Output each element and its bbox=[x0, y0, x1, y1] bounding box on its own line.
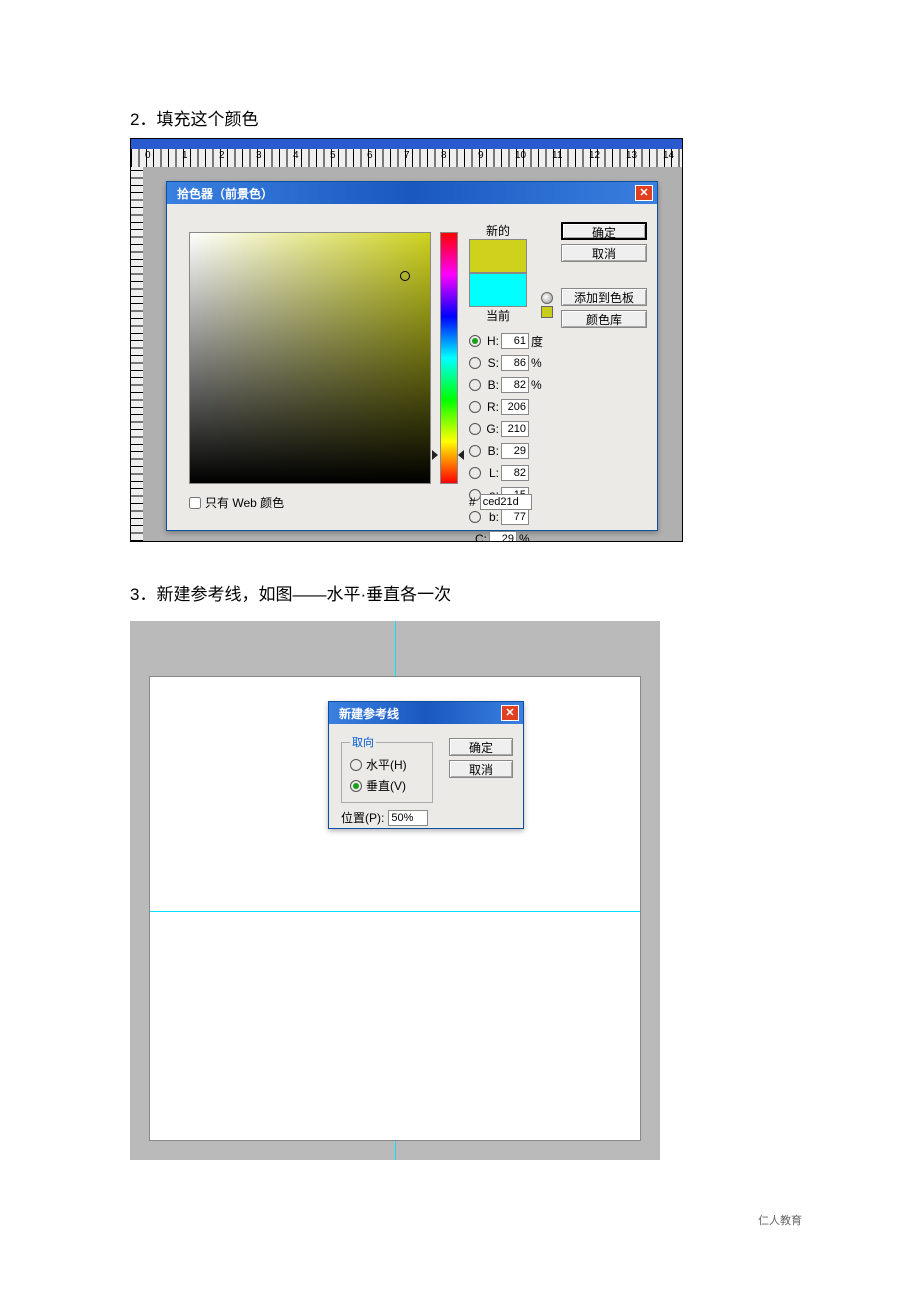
new-guide-dialog: 新建参考线 ✕ 取向 水平(H) 垂直(V) 位置(P): 确定 取消 bbox=[328, 701, 524, 829]
sv-field[interactable] bbox=[189, 232, 431, 484]
ruler-tick: 5 bbox=[330, 150, 336, 161]
ruler-tick: 0 bbox=[145, 150, 151, 161]
radio-s[interactable] bbox=[469, 357, 481, 369]
vertical-ruler bbox=[131, 167, 143, 541]
hex-label: # bbox=[469, 495, 476, 509]
input-r[interactable] bbox=[501, 399, 529, 415]
ruler-tick: 6 bbox=[367, 150, 373, 161]
input-s[interactable] bbox=[501, 355, 529, 371]
new-label: 新的 bbox=[469, 222, 527, 239]
position-input[interactable] bbox=[388, 810, 428, 826]
label-lab-b: b: bbox=[483, 510, 499, 524]
current-label: 当前 bbox=[469, 307, 527, 324]
radio-horizontal[interactable] bbox=[350, 759, 362, 771]
current-swatch[interactable] bbox=[469, 273, 527, 307]
radio-vertical[interactable] bbox=[350, 780, 362, 792]
radio-l[interactable] bbox=[469, 467, 481, 479]
ruler-tick: 2 bbox=[219, 150, 225, 161]
hex-input[interactable] bbox=[480, 494, 532, 510]
ok-button[interactable]: 确定 bbox=[561, 222, 647, 240]
input-l[interactable] bbox=[501, 465, 529, 481]
warning-icon[interactable] bbox=[541, 292, 553, 304]
input-b-rgb[interactable] bbox=[501, 443, 529, 459]
ruler-tick: 14 bbox=[663, 150, 674, 161]
label-b-hsb: B: bbox=[483, 378, 499, 392]
dialog-titlebar[interactable]: 拾色器（前景色） ✕ bbox=[167, 182, 657, 204]
label-vertical: 垂直(V) bbox=[366, 777, 406, 794]
label-b-rgb: B: bbox=[483, 444, 499, 458]
ruler-tick: 9 bbox=[478, 150, 484, 161]
unit-pct: % bbox=[531, 356, 545, 370]
radio-b-rgb[interactable] bbox=[469, 445, 481, 457]
ruler-tick: 1 bbox=[182, 150, 188, 161]
horizontal-ruler: 0 1 2 3 4 5 6 7 8 9 10 11 12 13 14 bbox=[131, 149, 682, 167]
input-h[interactable] bbox=[501, 333, 529, 349]
gamut-warning bbox=[541, 292, 553, 318]
radio-g[interactable] bbox=[469, 423, 481, 435]
step3-heading: 3．新建参考线，如图——水平·垂直各一次 bbox=[130, 580, 790, 605]
figure-color-picker: 0 1 2 3 4 5 6 7 8 9 10 11 12 13 14 拾色器（前… bbox=[130, 138, 683, 542]
cancel-button[interactable]: 取消 bbox=[449, 760, 513, 778]
web-only-input[interactable] bbox=[189, 497, 201, 509]
ruler-tick: 10 bbox=[515, 150, 526, 161]
hue-arrow-right-icon bbox=[458, 450, 464, 460]
hue-slider[interactable] bbox=[440, 232, 458, 484]
label-g: G: bbox=[483, 422, 499, 436]
guide-horizontal bbox=[150, 911, 640, 912]
step2-heading: 2．填充这个颜色 bbox=[130, 105, 790, 130]
input-c[interactable] bbox=[489, 531, 517, 542]
footer-text: 仁人教育 bbox=[758, 1212, 802, 1228]
sv-marker[interactable] bbox=[400, 271, 410, 281]
radio-r[interactable] bbox=[469, 401, 481, 413]
color-picker-dialog: 拾色器（前景色） ✕ 只有 Web 颜色 新的 bbox=[166, 181, 658, 531]
input-lab-b[interactable] bbox=[501, 509, 529, 525]
label-h: H: bbox=[483, 334, 499, 348]
cancel-button[interactable]: 取消 bbox=[561, 244, 647, 262]
ruler-tick: 4 bbox=[293, 150, 299, 161]
unit-deg: 度 bbox=[531, 333, 545, 350]
dialog-titlebar[interactable]: 新建参考线 ✕ bbox=[329, 702, 523, 724]
unit-pct: % bbox=[531, 378, 545, 392]
app-titlebar-fragment bbox=[131, 139, 682, 149]
nearest-color-swatch[interactable] bbox=[541, 306, 553, 318]
close-button[interactable]: ✕ bbox=[501, 705, 519, 721]
label-s: S: bbox=[483, 356, 499, 370]
radio-lab-b[interactable] bbox=[469, 511, 481, 523]
label-c: C: bbox=[469, 532, 487, 542]
ruler-tick: 12 bbox=[589, 150, 600, 161]
ruler-tick: 8 bbox=[441, 150, 447, 161]
unit-pct: % bbox=[519, 532, 533, 542]
radio-h[interactable] bbox=[469, 335, 481, 347]
dialog-title: 拾色器（前景色） bbox=[177, 185, 273, 202]
ruler-tick: 13 bbox=[626, 150, 637, 161]
label-horizontal: 水平(H) bbox=[366, 756, 407, 773]
swatch-stack: 新的 当前 bbox=[469, 222, 527, 324]
input-g[interactable] bbox=[501, 421, 529, 437]
orientation-legend: 取向 bbox=[350, 734, 376, 750]
hue-arrow-left-icon bbox=[432, 450, 443, 460]
color-libraries-button[interactable]: 颜色库 bbox=[561, 310, 647, 328]
add-to-swatches-button[interactable]: 添加到色板 bbox=[561, 288, 647, 306]
label-l: L: bbox=[483, 466, 499, 480]
close-button[interactable]: ✕ bbox=[635, 185, 653, 201]
ruler-tick: 7 bbox=[404, 150, 410, 161]
position-label: 位置(P): bbox=[341, 809, 384, 826]
dialog-title: 新建参考线 bbox=[339, 705, 399, 722]
label-r: R: bbox=[483, 400, 499, 414]
new-swatch[interactable] bbox=[469, 239, 527, 273]
orientation-fieldset: 取向 水平(H) 垂直(V) bbox=[341, 734, 433, 803]
input-b-hsb[interactable] bbox=[501, 377, 529, 393]
web-only-checkbox[interactable]: 只有 Web 颜色 bbox=[189, 494, 284, 511]
ruler-tick: 3 bbox=[256, 150, 262, 161]
web-only-label: 只有 Web 颜色 bbox=[205, 494, 284, 511]
ruler-tick: 11 bbox=[552, 150, 562, 161]
ok-button[interactable]: 确定 bbox=[449, 738, 513, 756]
radio-b-hsb[interactable] bbox=[469, 379, 481, 391]
figure-new-guide: 新建参考线 ✕ 取向 水平(H) 垂直(V) 位置(P): 确定 取消 bbox=[130, 621, 660, 1160]
